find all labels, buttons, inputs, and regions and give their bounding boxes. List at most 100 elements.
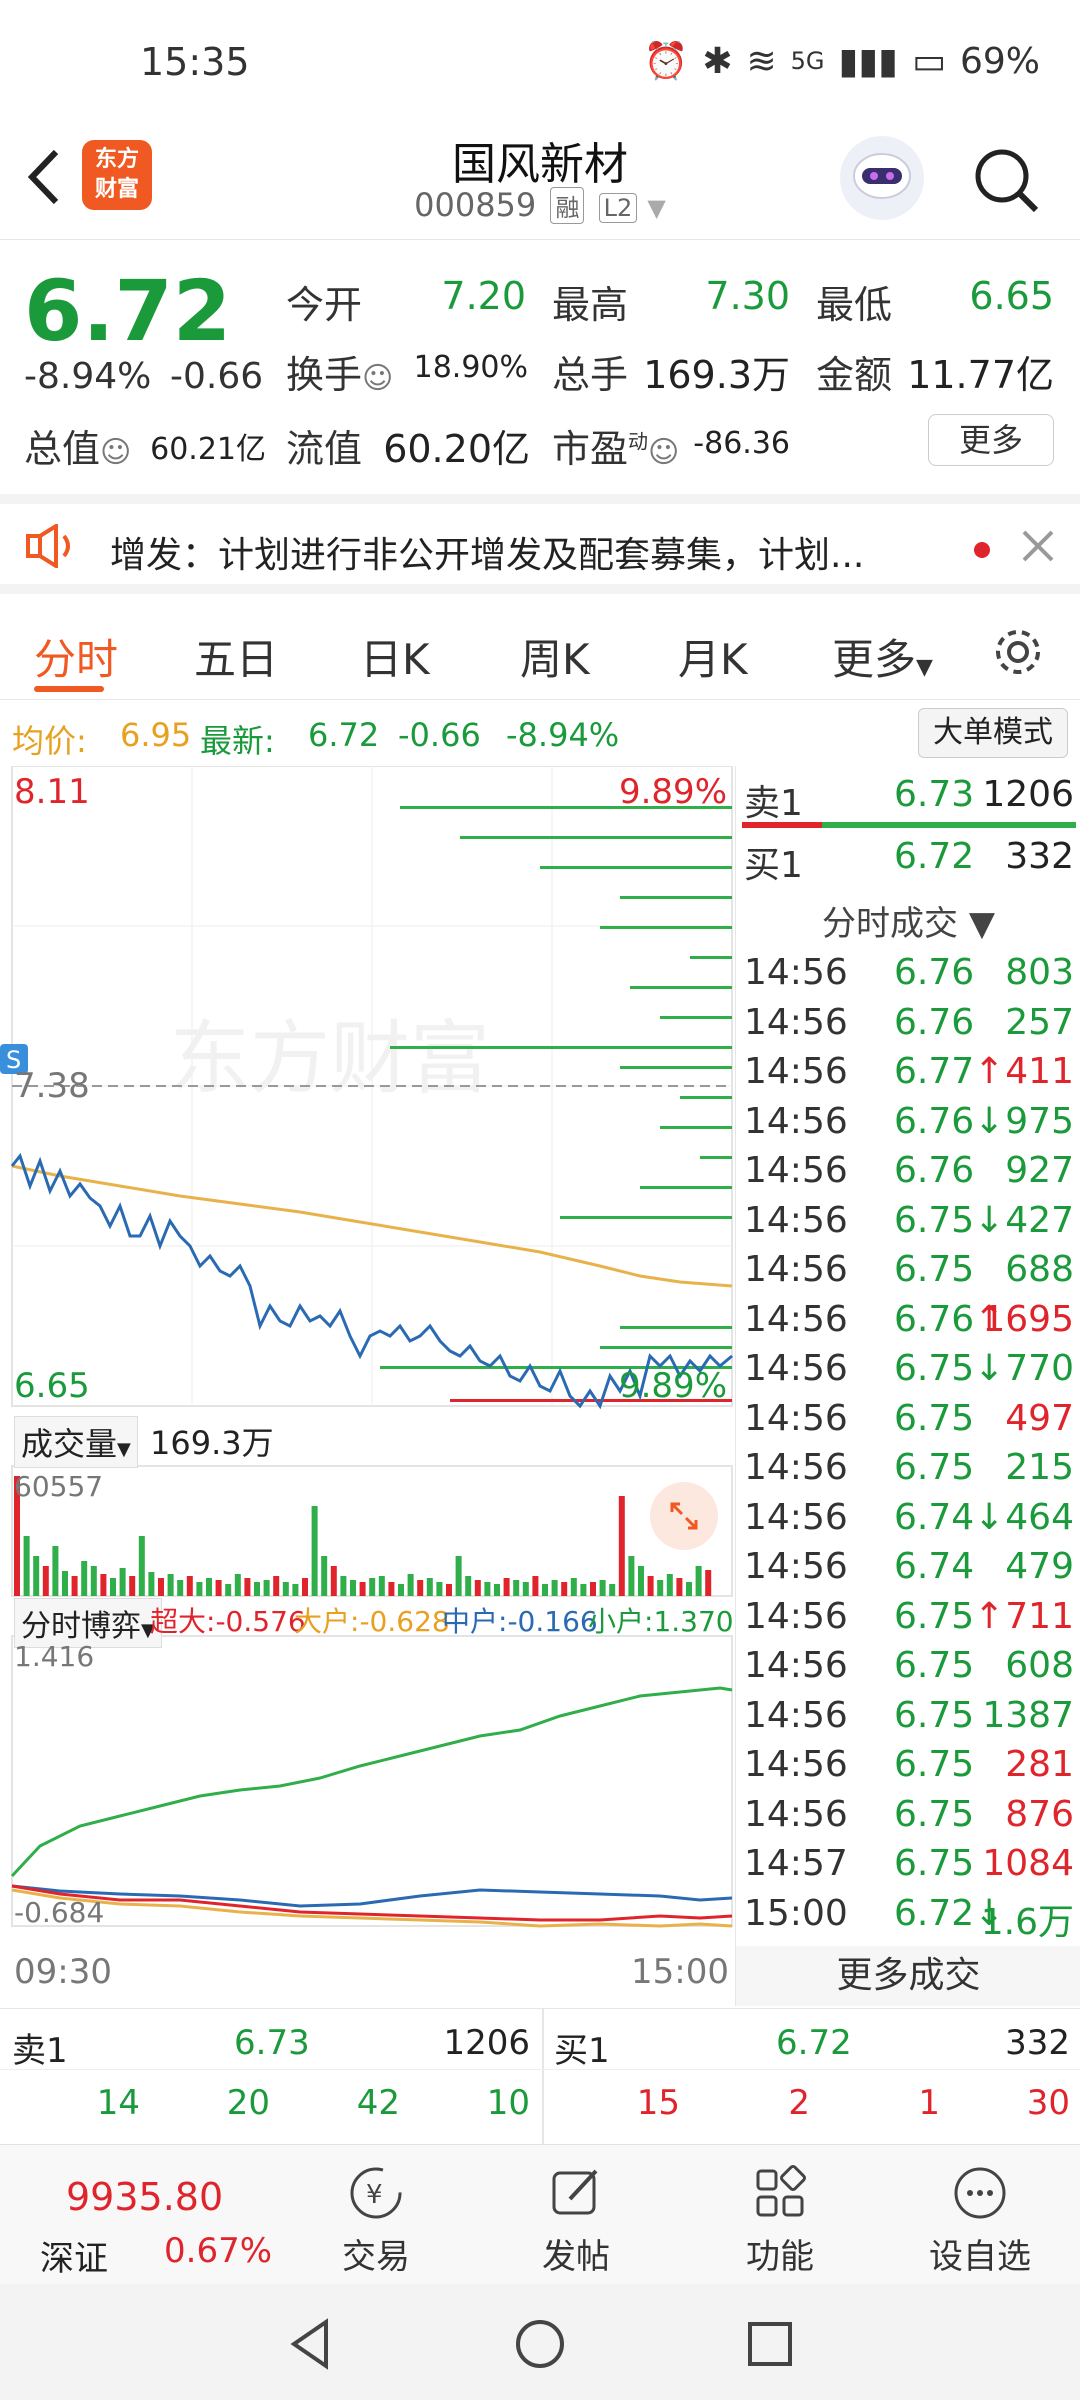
trade-time: 14:56 (744, 1051, 848, 1092)
trade-time: 14:56 (744, 1348, 848, 1389)
tab-daily-k[interactable]: 日K (360, 626, 430, 687)
flow-big: 大户:-0.628 (294, 1605, 450, 1638)
trade-price: 6.76↓ (894, 1100, 1005, 1142)
avg-price-label: 均价: (12, 722, 87, 760)
status-bar: 15:35 ⏰ ✱ ≋ 5G ▮▮▮ ▭ 69% (0, 0, 1080, 130)
trade-row: 14:56 6.75 608 (744, 1645, 1074, 1693)
robot-avatar-icon[interactable] (840, 136, 924, 220)
trade-volume: 1.6万 (980, 1901, 1074, 1943)
book-buy-cell: 1 (918, 2083, 940, 2123)
trade-price: 6.76 (894, 1150, 975, 1191)
trade-row: 14:56 6.75 281 (744, 1744, 1074, 1792)
tab-more[interactable]: 更多▼ (832, 626, 933, 687)
post-button[interactable]: 发帖 (506, 2163, 646, 2278)
dropdown-icon[interactable]: ▼ (647, 194, 665, 222)
trade-time: 14:56 (744, 1496, 848, 1538)
bluetooth-icon: ✱ (702, 40, 733, 82)
function-button[interactable]: 功能 (710, 2163, 850, 2278)
stock-code: 000859 (414, 186, 537, 224)
quote-summary: 6.72 -8.94% -0.66 今开 7.20 最高 7.30 最低 6.6… (0, 244, 1080, 494)
flow-mid: 中户:-0.166 (442, 1605, 598, 1638)
trade-row: 14:56 6.76↓ 975 (744, 1101, 1074, 1149)
book-sell-label: 卖1 (12, 2031, 68, 2071)
trade-volume: 1695 (982, 1298, 1074, 1340)
trade-time: 14:57 (744, 1843, 848, 1884)
trade-volume: 411 (1005, 1051, 1074, 1092)
chart-ref-price: 7.38 (14, 1066, 90, 1106)
bid1-row: 买1 6.72 332 (744, 836, 1074, 886)
notice-bar[interactable]: 增发：计划进行非公开增发及配套募集，计划... (0, 494, 1080, 594)
trade-row: 14:56 6.74 479 (744, 1546, 1074, 1594)
volume-label: 总手 (552, 353, 629, 397)
add-watchlist-button[interactable]: 设自选 (910, 2163, 1050, 2278)
big-order-mode-button[interactable]: 大单模式 (918, 708, 1068, 758)
book-buy-vol: 332 (1005, 2023, 1070, 2063)
flow-super: 超大:-0.576 (150, 1605, 306, 1638)
trade-time: 14:56 (744, 1100, 848, 1142)
trades-header[interactable]: 分时成交 ▼ (736, 896, 1080, 945)
book-row-divider (0, 2069, 1080, 2070)
settings-gear-icon[interactable] (990, 624, 1046, 680)
latest-price-label: 最新: (200, 722, 275, 760)
close-icon[interactable] (1020, 528, 1056, 564)
trade-price: 6.75 (894, 1793, 975, 1835)
trade-volume: 1387 (982, 1694, 1074, 1736)
book-sell-cell: 10 (486, 2083, 530, 2123)
market-cap-value: 60.21亿 (150, 432, 266, 467)
trade-price: 6.75 (894, 1249, 975, 1290)
trade-row: 15:00 6.72↓ 1.6万 (744, 1893, 1074, 1943)
trade-row: 14:56 6.75 688 (744, 1249, 1074, 1297)
flow-top-value: 1.416 (14, 1640, 95, 1673)
more-quote-button[interactable]: 更多 (928, 414, 1054, 466)
volume-value: 169.3万 (643, 353, 790, 397)
trade-time: 14:56 (744, 1546, 848, 1587)
signal-icon: ▮▮▮ (838, 40, 898, 82)
time-end: 15:00 (631, 1952, 729, 1992)
trade-row: 14:56 6.75 1387 (744, 1695, 1074, 1743)
tab-five-day[interactable]: 五日 (194, 626, 278, 687)
unread-dot (974, 542, 990, 558)
nav-home-icon[interactable] (510, 2314, 570, 2374)
order-book: 卖1 6.73 1206 买1 6.72 332 14 20 42 10 15 … (0, 2008, 1080, 2145)
open-label: 今开 (286, 283, 363, 327)
network-label: 5G (790, 47, 825, 75)
intraday-chart[interactable]: 东方财富 S 8.11 9.89% 7.38 6.65 9.89% 成交量▼ 1… (0, 765, 735, 2006)
change-percent: -8.94% (24, 356, 152, 397)
trade-price: 6.75 (894, 1744, 975, 1785)
trade-price: 6.75↓ (894, 1199, 1005, 1241)
trade-price: 6.77↑ (894, 1051, 1005, 1092)
tab-monthly-k[interactable]: 月K (678, 626, 748, 687)
book-divider (542, 2009, 544, 2145)
battery-level: 69% (959, 40, 1040, 82)
flow-small: 小户:1.370 (588, 1605, 734, 1638)
trade-price: 6.75 (894, 1447, 975, 1488)
index-name[interactable]: 深证 (40, 2231, 108, 2280)
tab-intraday[interactable]: 分时 (34, 626, 118, 687)
trade-price: 6.74↓ (894, 1496, 1005, 1538)
nav-back-icon[interactable] (280, 2314, 340, 2374)
trade-volume: 688 (1005, 1249, 1074, 1290)
trade-volume: 1084 (982, 1843, 1074, 1884)
index-value[interactable]: 9935.80 (66, 2175, 223, 2219)
more-trades-button[interactable]: 更多成交 (736, 1946, 1080, 2006)
expand-icon[interactable] (650, 1482, 718, 1550)
book-sell-cell: 20 (226, 2083, 270, 2123)
trade-volume: 497 (1005, 1397, 1074, 1439)
book-sell-cell: 42 (356, 2083, 400, 2123)
search-icon[interactable] (970, 144, 1044, 218)
price-info-line: 均价: 6.95 最新: 6.72 -0.66 -8.94% 大单模式 (0, 704, 1080, 764)
book-buy-label: 买1 (554, 2031, 610, 2071)
index-change[interactable]: 0.67% (164, 2231, 272, 2271)
nav-recents-icon[interactable] (740, 2314, 800, 2374)
trade-time: 14:56 (744, 1397, 848, 1439)
watermark: 东方财富 (170, 1012, 490, 1105)
book-buy-cell: 30 (1026, 2083, 1070, 2123)
book-buy-cell: 15 (636, 2083, 680, 2123)
clock: 15:35 (140, 40, 250, 84)
system-nav-bar (0, 2284, 1080, 2400)
volume-indicator-select[interactable]: 成交量▼ (14, 1416, 138, 1468)
book-sell-price: 6.73 (234, 2023, 310, 2063)
tab-weekly-k[interactable]: 周K (520, 626, 590, 687)
trade-button[interactable]: ¥ 交易 (306, 2163, 446, 2278)
float-cap-value: 60.20亿 (383, 427, 530, 471)
